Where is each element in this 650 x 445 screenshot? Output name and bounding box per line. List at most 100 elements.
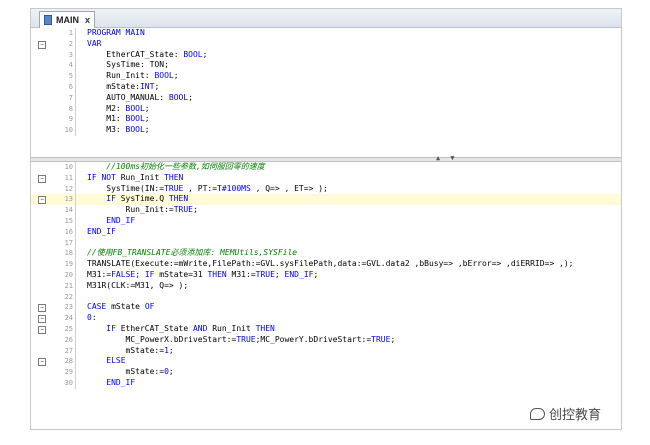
close-icon[interactable]: x [85, 15, 90, 25]
gutter-separator [75, 302, 76, 314]
code-token: ; [144, 103, 150, 113]
code-text: END_IF [87, 227, 116, 238]
fold-toggle-icon[interactable]: − [38, 196, 46, 205]
code-line[interactable]: 9 M1: BOOL; [31, 114, 621, 126]
fold-gutter [31, 104, 53, 115]
code-line[interactable]: 16 END_IF [31, 226, 621, 238]
line-number: 10 [64, 163, 73, 171]
keyword-token: IF NOT [87, 172, 121, 182]
code-line[interactable]: − 28 ELSE [31, 356, 621, 368]
tab-title: MAIN [56, 15, 79, 25]
keyword-token: BOOL [125, 125, 145, 135]
keyword-token: BOOL [183, 49, 203, 59]
gutter-separator [75, 367, 76, 378]
fold-toggle-icon[interactable]: − [38, 304, 46, 313]
code-line[interactable]: 14 Run_Init:=TRUE; [31, 205, 621, 216]
line-number: 23 [64, 303, 73, 312]
code-line[interactable]: 30 END_IF [31, 377, 621, 389]
code-line[interactable]: 10 M3: BOOL; [31, 125, 621, 136]
code-line[interactable]: 20 M31:=FALSE; IF mState=31 THEN M31:=TRU… [31, 269, 621, 281]
code-line[interactable]: 22 [31, 291, 621, 303]
code-line[interactable]: 18 //使用FB_TRANSLATE必须添加库: MEMUtils,SYSFil… [31, 248, 621, 260]
fold-gutter [31, 367, 53, 378]
code-line[interactable]: 15 END_IF [31, 215, 621, 227]
code-line[interactable]: − 13 IF SysTime.Q THEN [31, 194, 621, 206]
keyword-token: BOOL [125, 114, 145, 124]
code-line[interactable]: − 24 0: [31, 313, 621, 324]
code-line[interactable]: − 23 CASE mState OF [31, 302, 621, 314]
code-text: IF NOT Run_Init THEN [87, 173, 183, 184]
code-token: Run_Init:= [87, 205, 174, 215]
code-line[interactable]: − 25 IF EtherCAT_State AND Run_Init THEN [31, 323, 621, 335]
code-line[interactable]: 3 EtherCAT_State: BOOL; [31, 49, 621, 61]
code-text: M2: BOOL; [87, 103, 150, 115]
code-text: //100ms初始化一些参数,如伺服回零的速度 [87, 162, 265, 173]
code-token: ; [274, 269, 285, 279]
watermark-text: 创控教育 [549, 408, 602, 423]
fold-gutter: − [31, 194, 53, 205]
keyword-token: TRUE [371, 334, 391, 344]
code-line[interactable]: − 2 VAR [31, 38, 621, 50]
line-number: 1 [68, 29, 73, 37]
code-line[interactable]: 1 PROGRAM MAIN [31, 28, 621, 39]
fold-gutter [31, 114, 53, 125]
fold-gutter [31, 378, 53, 389]
fold-gutter [31, 125, 53, 136]
line-number: 22 [64, 292, 73, 301]
code-text: SysTime(IN:=TRUE , PT:=T#100MS , Q=> , E… [87, 184, 328, 195]
code-line[interactable]: 19 TRANSLATE(Execute:=mWrite,FilePath:=GV… [31, 259, 621, 270]
code-token: mState=31 [159, 269, 208, 279]
wechat-logo-icon [530, 407, 545, 420]
code-line[interactable]: 27 mState:=1; [31, 345, 621, 357]
code-token: ; [313, 269, 319, 279]
code-token: : [91, 313, 97, 323]
code-line[interactable]: 8 M2: BOOL; [31, 103, 621, 115]
code-line[interactable]: 29 mState:=0; [31, 367, 621, 378]
keyword-token: BOOL [125, 103, 145, 113]
code-line[interactable]: 12 SysTime(IN:=TRUE , PT:=T#100MS , Q=> … [31, 183, 621, 195]
fold-toggle-icon[interactable]: − [38, 40, 46, 49]
code-line[interactable]: 26 MC_PowerX.bDriveStart:=TRUE;MC_PowerY… [31, 334, 621, 346]
fold-gutter [31, 60, 53, 71]
fold-toggle-icon[interactable]: − [38, 325, 46, 334]
line-number: 16 [64, 227, 73, 236]
keyword-token: AND [192, 323, 213, 333]
code-line[interactable]: 6 mState:INT; [31, 81, 621, 93]
code-line[interactable]: − 11 IF NOT Run_Init THEN [31, 172, 621, 184]
code-line[interactable]: 21 M31R(CLK:=M31, Q=> ); [31, 280, 621, 292]
gutter-separator [75, 345, 76, 357]
code-text: mState:=0; [87, 367, 174, 378]
code-line[interactable]: 5 Run_Init: BOOL; [31, 71, 621, 82]
fold-gutter [31, 259, 53, 270]
fold-toggle-icon[interactable]: − [38, 174, 46, 183]
gutter-separator [75, 291, 76, 303]
fold-toggle-icon[interactable]: − [38, 315, 46, 324]
gutter-separator [75, 259, 76, 270]
gutter-separator [75, 215, 76, 227]
code-line[interactable]: 7 AUTO_MANUAL: BOOL; [31, 92, 621, 104]
fold-toggle-icon[interactable]: − [38, 358, 46, 367]
keyword-token: VAR [87, 38, 102, 48]
tab-main[interactable]: MAIN x [39, 11, 96, 28]
line-number: 4 [68, 61, 73, 70]
fold-gutter [31, 238, 53, 249]
splitter-arrows-icon[interactable]: ▲ ▼ [436, 154, 458, 162]
fold-gutter [31, 227, 53, 238]
gutter-separator [75, 356, 76, 368]
code-text: M1: BOOL; [87, 114, 149, 125]
code-line[interactable]: 17 [31, 237, 621, 249]
line-number: 14 [64, 206, 73, 215]
code-token: , PT:= [183, 183, 218, 193]
code-line[interactable]: 10 //100ms初始化一些参数,如伺服回零的速度 [31, 162, 621, 173]
code-text: VAR [87, 39, 101, 50]
keyword-token: INT [139, 81, 155, 91]
code-token: mState:= [87, 367, 165, 377]
code-text: AUTO_MANUAL: BOOL; [87, 93, 193, 104]
implementation-pane[interactable]: 10 //100ms初始化一些参数,如伺服回零的速度 −11 IF NOT Run_… [31, 162, 621, 429]
keyword-token: THEN [255, 323, 275, 333]
code-line[interactable]: 4 SysTime: TON; [31, 60, 621, 72]
code-token: TRANSLATE(Execute:=mWrite,FilePath:=GVL.… [87, 259, 574, 269]
code-token: mState:= [87, 345, 165, 355]
keyword-token: THEN [207, 269, 232, 279]
declaration-pane[interactable]: 1 PROGRAM MAIN −2 VAR 3 EtherCAT_State: BOOL… [31, 28, 621, 157]
